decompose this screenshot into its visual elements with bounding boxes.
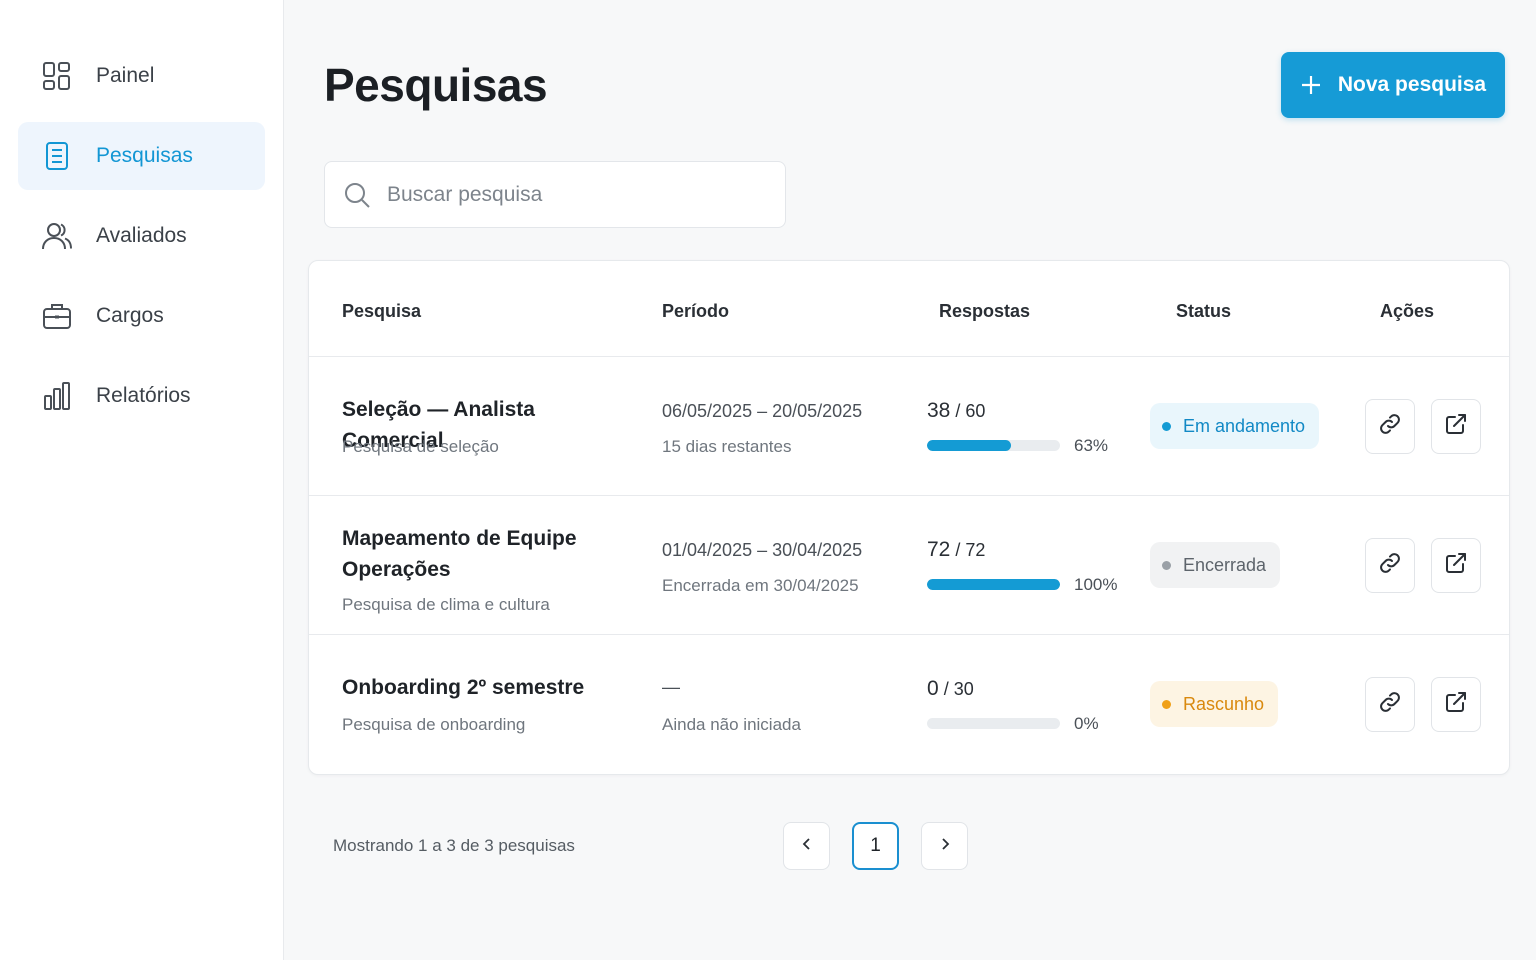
sidebar-item-label: Cargos: [96, 304, 164, 327]
main-content: Pesquisas Nova pesquisa Pesquis: [284, 0, 1536, 960]
open-external-button[interactable]: [1431, 538, 1481, 593]
next-page-button[interactable]: [921, 822, 968, 870]
table-row[interactable]: Mapeamento de Equipe Operações Pesquisa …: [309, 496, 1509, 635]
survey-period-note: Ainda não iniciada: [662, 715, 801, 734]
external-link-icon: [1444, 412, 1468, 441]
table-row[interactable]: Seleção — Analista Comercial Pesquisa de…: [309, 357, 1509, 496]
column-header-acoes: Ações: [1380, 301, 1435, 321]
response-progress-bar: [927, 579, 1060, 590]
survey-title[interactable]: Onboarding 2º semestre: [342, 672, 632, 703]
survey-type: Pesquisa de clima e cultura: [342, 595, 550, 614]
open-external-button[interactable]: [1431, 399, 1481, 454]
users-icon: [40, 219, 74, 253]
copy-link-button[interactable]: [1365, 399, 1415, 454]
response-count: 72 / 72: [927, 538, 986, 561]
column-header-status: Status: [1176, 301, 1232, 321]
survey-period-note: Encerrada em 30/04/2025: [662, 576, 859, 595]
status-label: Em andamento: [1183, 415, 1306, 436]
external-link-icon: [1444, 551, 1468, 580]
sidebar-item-label: Pesquisas: [96, 144, 193, 167]
sidebar-item-label: Avaliados: [96, 224, 187, 247]
new-survey-label: Nova pesquisa: [1337, 73, 1487, 96]
search-input[interactable]: [387, 182, 767, 207]
app-window: Painel Pesquisas Avaliados Cargos Relató…: [0, 0, 1536, 960]
response-percent: 100%: [1074, 575, 1118, 594]
open-external-button[interactable]: [1431, 677, 1481, 732]
copy-link-button[interactable]: [1365, 538, 1415, 593]
dashboard-grid-icon: [40, 59, 74, 93]
response-count: 0 / 30: [927, 677, 974, 700]
sidebar-item-painel[interactable]: Painel: [18, 42, 265, 110]
sidebar-item-label: Relatórios: [96, 384, 191, 407]
response-progress-bar: [927, 440, 1060, 451]
survey-type: Pesquisa de onboarding: [342, 715, 526, 734]
response-percent: 63%: [1074, 436, 1109, 455]
table-row[interactable]: Onboarding 2º semestre Pesquisa de onboa…: [309, 635, 1509, 774]
sidebar-item-avaliados[interactable]: Avaliados: [18, 202, 265, 270]
survey-period: 01/04/2025 – 30/04/2025: [662, 540, 863, 560]
document-list-icon: [40, 139, 74, 173]
status-dot: [1162, 560, 1171, 570]
status-dot: [1162, 421, 1171, 431]
pagination-info: Mostrando 1 a 3 de 3 pesquisas: [333, 836, 575, 855]
sidebar-item-label: Painel: [96, 64, 155, 87]
sidebar: Painel Pesquisas Avaliados Cargos Relató…: [0, 0, 284, 960]
survey-type: Pesquisa de seleção: [342, 437, 499, 456]
status-label: Encerrada: [1183, 554, 1267, 575]
column-header-periodo: Período: [662, 301, 730, 321]
chevron-right-icon: [938, 835, 952, 857]
survey-period: —: [662, 677, 680, 697]
table-header: Pesquisa Período Respostas Status Ações: [309, 261, 1509, 357]
column-header-respostas: Respostas: [939, 301, 1031, 321]
external-link-icon: [1444, 690, 1468, 719]
search-icon: [343, 181, 371, 209]
plus-icon: [1300, 74, 1322, 96]
link-icon: [1378, 412, 1402, 441]
bar-chart-icon: [40, 379, 74, 413]
survey-period-note: 15 dias restantes: [662, 437, 792, 456]
search-box: [324, 161, 786, 228]
link-icon: [1378, 690, 1402, 719]
status-badge: Em andamento: [1150, 403, 1320, 449]
status-dot: [1162, 699, 1171, 709]
sidebar-item-relatorios[interactable]: Relatórios: [18, 362, 265, 430]
survey-title[interactable]: Mapeamento de Equipe Operações: [342, 523, 602, 585]
page-button-current[interactable]: 1: [852, 822, 899, 870]
previous-page-button[interactable]: [783, 822, 830, 870]
response-percent: 0%: [1074, 714, 1099, 733]
page-title: Pesquisas: [324, 59, 548, 111]
status-badge: Encerrada: [1150, 542, 1281, 588]
chevron-left-icon: [800, 835, 814, 857]
column-header-pesquisa: Pesquisa: [342, 301, 422, 321]
response-count: 38 / 60: [927, 399, 986, 422]
survey-period: 06/05/2025 – 20/05/2025: [662, 401, 863, 421]
briefcase-icon: [40, 299, 74, 333]
surveys-table: Pesquisa Período Respostas Status Ações …: [308, 260, 1510, 775]
status-badge: Rascunho: [1150, 681, 1279, 727]
sidebar-item-pesquisas[interactable]: Pesquisas: [18, 122, 265, 190]
new-survey-button[interactable]: Nova pesquisa: [1281, 52, 1505, 118]
copy-link-button[interactable]: [1365, 677, 1415, 732]
response-progress-bar: [927, 718, 1060, 729]
status-label: Rascunho: [1183, 693, 1265, 714]
link-icon: [1378, 551, 1402, 580]
sidebar-item-cargos[interactable]: Cargos: [18, 282, 265, 350]
